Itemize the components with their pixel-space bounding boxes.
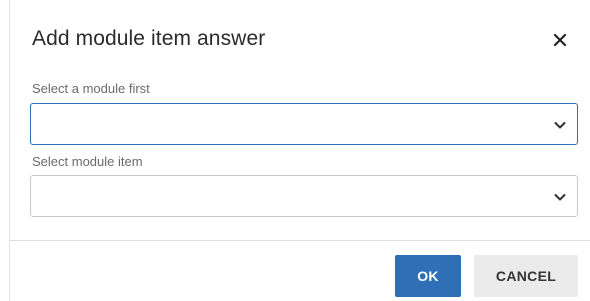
dialog-title: Add module item answer (32, 27, 266, 50)
chevron-down-icon (554, 194, 566, 201)
close-icon (553, 33, 567, 47)
module-item-select[interactable] (30, 175, 578, 217)
module-item-select-label: Select module item (32, 154, 143, 169)
footer-divider (10, 240, 590, 241)
ok-button[interactable]: OK (395, 255, 461, 297)
add-module-item-answer-dialog: Add module item answer Select a module f… (10, 0, 590, 301)
module-select-label: Select a module first (32, 81, 150, 96)
module-select[interactable] (30, 103, 578, 145)
chevron-down-icon (554, 122, 566, 129)
close-button[interactable] (548, 28, 572, 52)
cancel-button[interactable]: CANCEL (474, 255, 578, 297)
